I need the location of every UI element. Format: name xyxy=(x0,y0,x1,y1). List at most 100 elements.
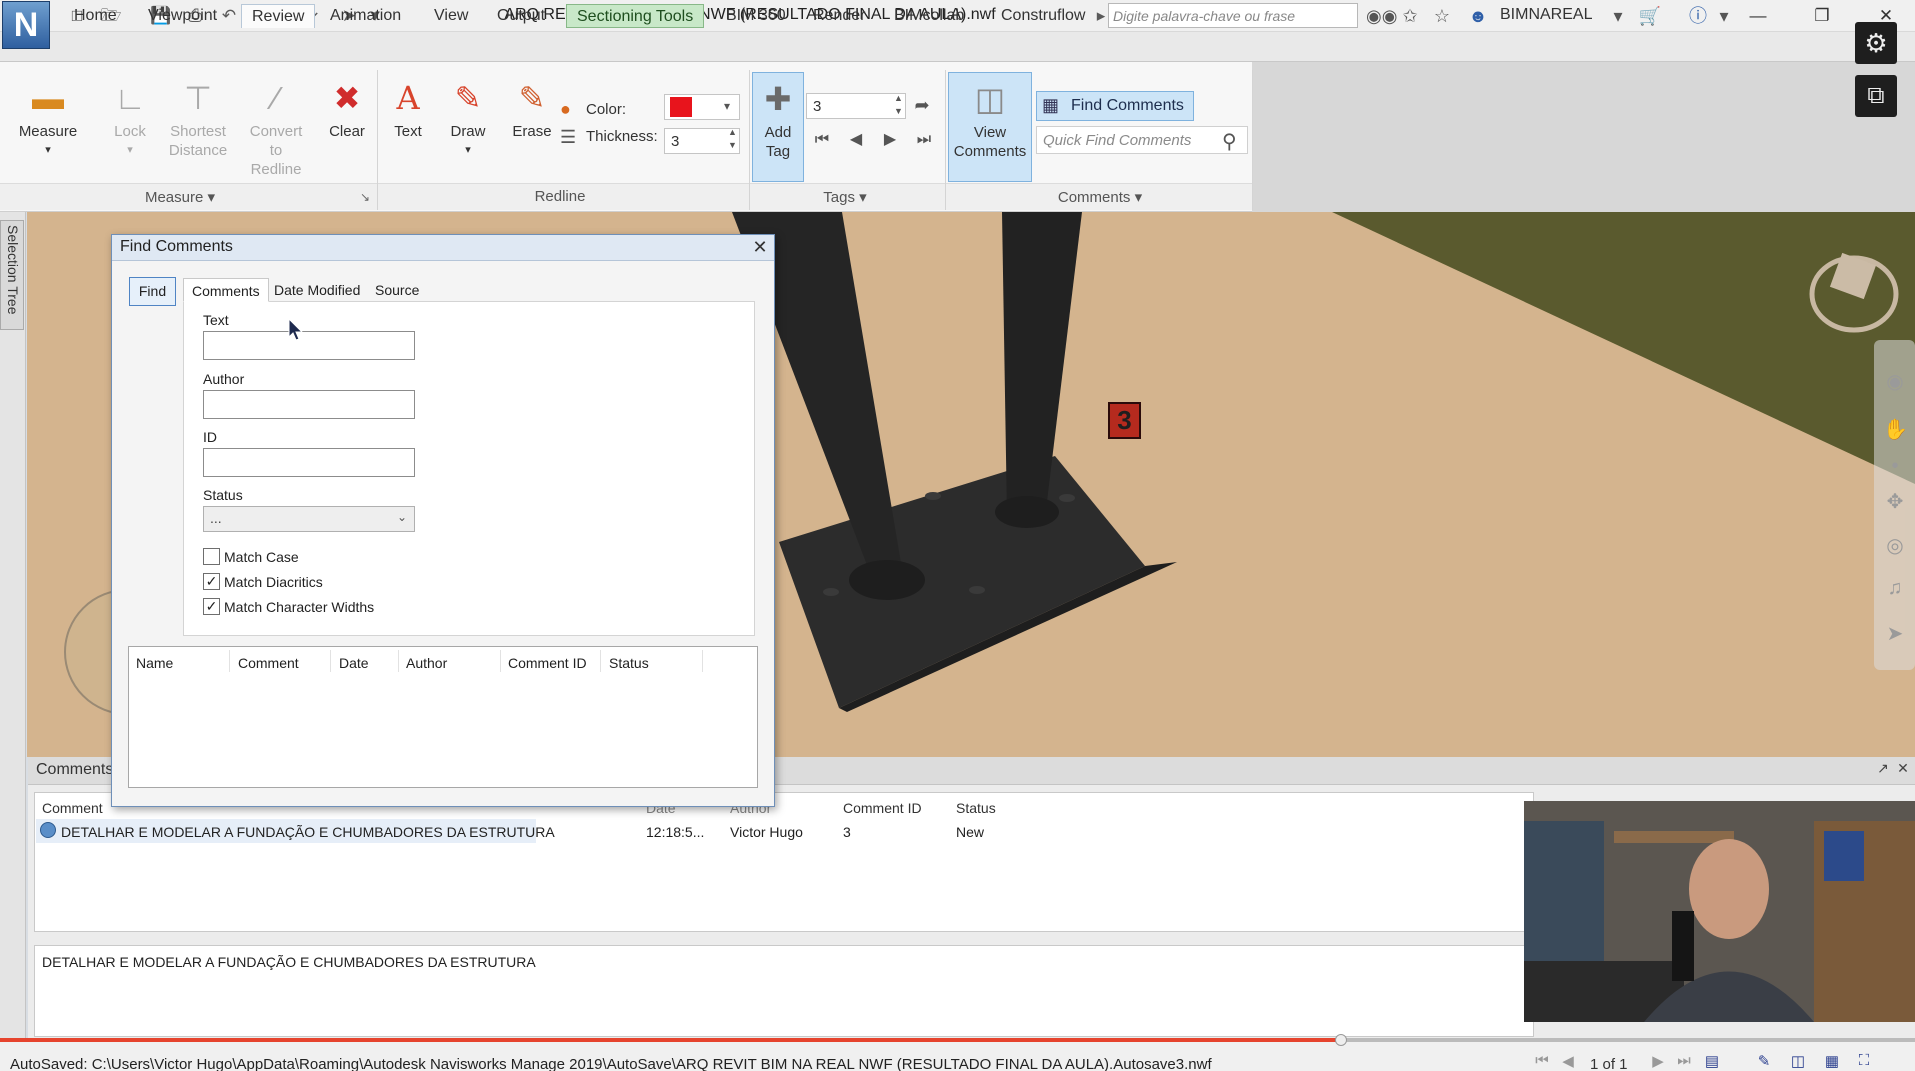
look-icon[interactable]: ◎ xyxy=(1883,534,1907,558)
star-icon[interactable]: ☆ xyxy=(1430,5,1454,27)
tab-comments[interactable]: Comments xyxy=(183,278,269,302)
tab-animation[interactable]: Animation xyxy=(320,4,411,28)
find-comments-button[interactable]: Find Comments xyxy=(1036,91,1194,121)
tag-id-stepper[interactable]: 3 xyxy=(806,93,906,119)
go-to-tag-icon[interactable]: ➦ xyxy=(910,94,934,116)
next-tag-icon[interactable]: ▶ xyxy=(876,128,904,152)
quick-find-comments-input[interactable]: Quick Find Comments xyxy=(1036,126,1248,154)
panel-launcher-icon[interactable]: ↘ xyxy=(360,190,370,204)
comment-body-text[interactable]: DETALHAR E MODELAR A FUNDAÇÃO E CHUMBADO… xyxy=(34,945,1534,1037)
measure-button[interactable]: ▬ Measure ▾ xyxy=(16,72,80,182)
share-icon[interactable]: ⧉ xyxy=(1855,75,1897,117)
cart-icon[interactable]: 🛒 xyxy=(1638,5,1662,27)
match-diacritics-checkbox[interactable]: ✓ xyxy=(203,573,220,590)
tab-sectioning-tools[interactable]: Sectioning Tools xyxy=(566,4,705,28)
column-divider[interactable] xyxy=(702,650,703,672)
tab-review[interactable]: Review xyxy=(241,4,316,28)
orbit-icon[interactable]: ✥ xyxy=(1883,490,1907,514)
app-logo[interactable]: N xyxy=(2,1,50,49)
view-comments-button[interactable]: ◫ View Comments xyxy=(948,72,1032,182)
redline-erase-button[interactable]: ✎ Erase xyxy=(500,72,564,182)
tab-construflow[interactable]: Construflow xyxy=(991,4,1095,28)
text-field[interactable] xyxy=(203,331,415,360)
gear-icon[interactable]: ⚙ xyxy=(1855,22,1897,64)
clear-measure-button[interactable]: ✖ Clear xyxy=(315,72,379,182)
satellite-icon[interactable]: ✩ xyxy=(1398,5,1422,27)
walk-icon[interactable]: ♫ xyxy=(1883,576,1907,600)
stepper-arrows-icon[interactable]: ▲ ▼ xyxy=(894,92,903,118)
close-panel-icon[interactable]: ✕ xyxy=(1894,760,1912,780)
stepper-arrows-icon[interactable]: ▲ ▼ xyxy=(728,126,737,152)
redline-text-button[interactable]: A Text xyxy=(376,72,440,182)
match-case-checkbox[interactable] xyxy=(203,548,220,565)
status-dropdown[interactable]: ... xyxy=(203,506,415,532)
pan-hand-icon[interactable]: ✋ xyxy=(1883,418,1908,442)
add-tag-button[interactable]: ✚ Add Tag xyxy=(752,72,804,182)
sheet-browser-icon[interactable]: ▤ xyxy=(1700,1052,1724,1071)
comments-panel-title[interactable]: Comments ▾ xyxy=(1040,188,1160,208)
help-search-input[interactable]: Digite palavra-chave ou frase xyxy=(1108,3,1358,28)
memory-status-icon[interactable]: ▦ xyxy=(1820,1052,1844,1071)
tab-source[interactable]: Source xyxy=(367,278,427,302)
tab-bimcollab[interactable]: BIMcollab xyxy=(884,4,974,28)
disk-status-icon[interactable]: ◫ xyxy=(1786,1052,1810,1071)
column-header-name[interactable]: Name xyxy=(136,655,173,671)
convert-to-redline-button[interactable]: ∕ Convert to Redline xyxy=(244,72,308,182)
match-character-widths-checkbox[interactable]: ✓ xyxy=(203,598,220,615)
tab-bim360[interactable]: BIM 360 xyxy=(716,4,796,28)
shortest-distance-button[interactable]: ⊤ Shortest Distance xyxy=(166,72,230,182)
first-sheet-icon[interactable]: ⏮ xyxy=(1530,1052,1554,1071)
auto-hide-icon[interactable]: ↗ xyxy=(1874,760,1892,780)
user-name[interactable]: BIMNAREAL xyxy=(1500,6,1592,24)
tab-output[interactable]: Output xyxy=(487,4,555,28)
user-menu-chevron-icon[interactable]: ▾ xyxy=(1606,5,1630,27)
column-header-status[interactable]: Status xyxy=(609,655,649,671)
column-divider[interactable] xyxy=(600,650,601,672)
author-field[interactable] xyxy=(203,390,415,419)
tags-panel-title[interactable]: Tags ▾ xyxy=(790,188,900,208)
binoculars-icon[interactable]: ◉◉ xyxy=(1366,5,1397,27)
tab-view[interactable]: View xyxy=(424,4,478,28)
column-header-comment-id[interactable]: Comment ID xyxy=(843,800,922,816)
help-menu-chevron-icon[interactable]: ▾ xyxy=(1712,5,1736,27)
column-divider[interactable] xyxy=(330,650,331,672)
tab-render[interactable]: Render xyxy=(803,4,875,28)
last-tag-icon[interactable]: ⏭ xyxy=(910,128,938,152)
column-header-comment[interactable]: Comment xyxy=(42,800,103,816)
id-field[interactable] xyxy=(203,448,415,477)
quick-find-icon[interactable]: ⚲ xyxy=(1222,129,1237,154)
column-header-status[interactable]: Status xyxy=(956,800,996,816)
select-pointer-icon[interactable]: ➤ xyxy=(1883,622,1907,646)
find-button[interactable]: Find xyxy=(129,277,176,306)
previous-tag-icon[interactable]: ◀ xyxy=(842,128,870,152)
column-divider[interactable] xyxy=(229,650,230,672)
tab-home[interactable]: Home xyxy=(64,4,127,28)
measure-panel-title[interactable]: Measure ▾ xyxy=(120,188,240,208)
pencil-status-icon[interactable]: ✎ xyxy=(1752,1052,1776,1071)
redline-draw-button[interactable]: ✎ Draw ▾ xyxy=(436,72,500,182)
column-divider[interactable] xyxy=(500,650,501,672)
last-sheet-icon[interactable]: ⏭ xyxy=(1672,1052,1696,1071)
steering-wheel-icon[interactable]: ◉ xyxy=(1883,370,1907,394)
restore-icon[interactable]: ❐ xyxy=(1802,3,1842,29)
selection-tree-tab[interactable]: Selection Tree xyxy=(0,220,24,330)
column-header-date[interactable]: Date xyxy=(339,655,369,671)
minimize-icon[interactable]: — xyxy=(1738,3,1778,29)
next-sheet-icon[interactable]: ▶ xyxy=(1646,1052,1670,1071)
user-icon[interactable]: ☻ xyxy=(1466,5,1490,27)
column-header-comment[interactable]: Comment xyxy=(238,655,299,671)
column-divider[interactable] xyxy=(398,650,399,672)
zoom-icon[interactable]: • xyxy=(1883,454,1907,478)
comment-tag-marker[interactable]: 3 xyxy=(1108,402,1141,439)
previous-sheet-icon[interactable]: ◀ xyxy=(1556,1052,1580,1071)
lock-button[interactable]: ∟ Lock ▾ xyxy=(98,72,162,182)
column-header-author[interactable]: Author xyxy=(406,655,447,671)
help-icon[interactable]: ⓘ xyxy=(1686,5,1710,27)
close-icon[interactable]: ✕ xyxy=(748,235,772,259)
video-progress-knob[interactable] xyxy=(1334,1034,1347,1046)
tab-viewpoint[interactable]: Viewpoint xyxy=(138,4,227,28)
first-tag-icon[interactable]: ⏮ xyxy=(808,128,836,152)
fullscreen-icon[interactable]: ⛶ xyxy=(1852,1052,1876,1071)
tab-date-modified[interactable]: Date Modified xyxy=(266,278,368,302)
column-header-comment-id[interactable]: Comment ID xyxy=(508,655,587,671)
